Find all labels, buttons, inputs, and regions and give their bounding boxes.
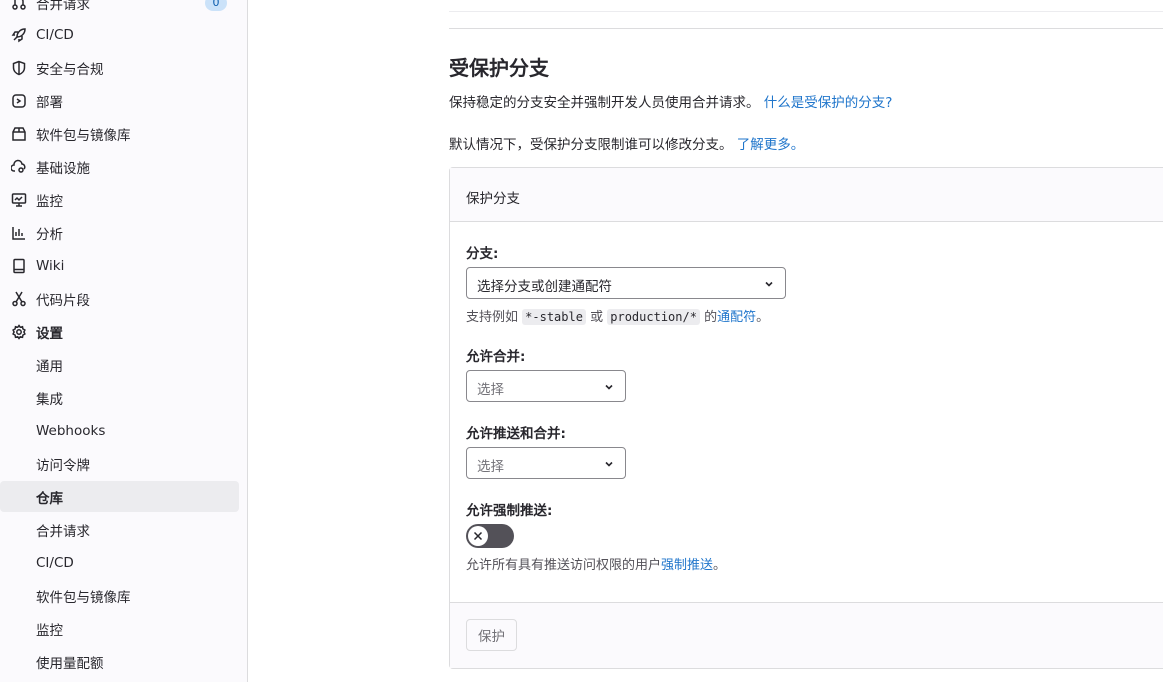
sidebar-item-label: 分析 — [36, 227, 63, 243]
form-header: 保护分支 — [450, 168, 1163, 222]
gear-icon — [12, 324, 26, 340]
sidebar-subitem-integrations[interactable]: 集成 — [0, 383, 239, 413]
sidebar-subitem-cicd[interactable]: CI/CD — [0, 548, 239, 578]
branch-help-text: 支持例如 *-stable 或 production/* 的通配符。 — [466, 306, 769, 325]
sidebar-item-merge-requests[interactable]: 合并请求 0 — [0, 0, 239, 18]
sidebar-subitem-label: 合并请求 — [36, 524, 90, 540]
sidebar-item-label: 基础设施 — [36, 161, 90, 177]
section-title: 受保护分支 — [449, 56, 549, 80]
sidebar-item-packages[interactable]: 软件包与镜像库 — [0, 119, 239, 149]
sidebar-subitem-label: CI/CD — [36, 555, 74, 571]
merge-select-text: 选择 — [477, 382, 504, 398]
description-text: 默认情况下，受保护分支限制谁可以修改分支。 — [449, 137, 733, 153]
sidebar-item-snippets[interactable]: 代码片段 — [0, 284, 239, 314]
sidebar-item-label: 软件包与镜像库 — [36, 128, 131, 144]
form-footer: 保护 — [450, 602, 1163, 668]
sidebar-item-security[interactable]: 安全与合规 — [0, 53, 239, 83]
allowed-to-merge-select[interactable]: 选择 — [466, 370, 626, 402]
help-text: 或 — [590, 310, 604, 325]
allow-force-push-label: 允许强制推送: — [466, 503, 553, 519]
description-text: 保持稳定的分支安全并强制开发人员使用合并请求。 — [449, 95, 760, 111]
sidebar: 合并请求 0 CI/CD 安全与合规 部署 软件包与镜像库 基础设施 监控 分析… — [0, 0, 248, 682]
help-text: 。 — [713, 558, 727, 573]
sidebar-item-label: 设置 — [36, 326, 63, 342]
sidebar-subitem-label: 通用 — [36, 359, 63, 375]
sidebar-subitem-label: 监控 — [36, 623, 63, 639]
count-badge: 0 — [205, 0, 227, 11]
protect-button[interactable]: 保护 — [466, 619, 517, 651]
help-text: 支持例如 — [466, 310, 519, 325]
divider — [449, 28, 1163, 29]
force-push-link[interactable]: 强制推送 — [661, 558, 713, 573]
section-description-default: 默认情况下，受保护分支限制谁可以修改分支。 了解更多。 — [449, 133, 804, 153]
sidebar-item-deployments[interactable]: 部署 — [0, 86, 239, 116]
sidebar-subitem-packages[interactable]: 软件包与镜像库 — [0, 581, 239, 611]
divider — [449, 11, 1163, 12]
chevron-down-icon — [765, 281, 773, 287]
package-icon — [12, 127, 26, 141]
book-icon — [13, 258, 25, 274]
close-icon — [473, 531, 483, 541]
sidebar-subitem-merge-requests[interactable]: 合并请求 — [0, 515, 239, 545]
rocket-icon — [11, 28, 26, 43]
sidebar-subitem-monitor[interactable]: 监控 — [0, 614, 239, 644]
push-select-text: 选择 — [477, 459, 504, 475]
branch-select-text: 选择分支或创建通配符 — [477, 279, 612, 295]
merge-request-icon — [12, 0, 26, 10]
learn-more-link[interactable]: 了解更多。 — [737, 137, 805, 153]
sidebar-item-infrastructure[interactable]: 基础设施 — [0, 152, 239, 182]
sidebar-subitem-general[interactable]: 通用 — [0, 350, 239, 380]
sidebar-subitem-label: 访问令牌 — [36, 458, 90, 474]
sidebar-subitem-label: 软件包与镜像库 — [36, 590, 131, 606]
wildcard-link[interactable]: 通配符 — [717, 310, 756, 325]
sidebar-item-label: 代码片段 — [36, 293, 90, 309]
protect-branch-form: 保护分支 分支: 选择分支或创建通配符 支持例如 *-stable 或 prod… — [449, 167, 1163, 669]
sidebar-subitem-label: 使用量配额 — [36, 656, 104, 672]
sidebar-item-cicd[interactable]: CI/CD — [0, 20, 239, 50]
sidebar-subitem-webhooks[interactable]: Webhooks — [0, 416, 239, 446]
sidebar-item-label: 合并请求 — [36, 0, 90, 13]
sidebar-item-label: 监控 — [36, 194, 63, 210]
force-push-toggle[interactable] — [466, 524, 514, 548]
toggle-knob — [468, 526, 488, 546]
sidebar-subitem-repository[interactable]: 仓库 — [0, 481, 239, 512]
chevron-down-icon — [605, 461, 613, 467]
sidebar-item-label: 安全与合规 — [36, 62, 104, 78]
help-text: 允许所有具有推送访问权限的用户 — [466, 558, 662, 573]
sidebar-item-label: CI/CD — [36, 27, 74, 43]
sidebar-item-settings[interactable]: 设置 — [0, 317, 239, 347]
allowed-to-merge-label: 允许合并: — [466, 349, 526, 365]
sidebar-item-monitor[interactable]: 监控 — [0, 185, 239, 215]
sidebar-subitem-access-tokens[interactable]: 访问令牌 — [0, 449, 239, 479]
deployments-icon — [12, 94, 26, 108]
help-text: 的 — [704, 310, 718, 325]
scissors-icon — [12, 291, 26, 307]
monitor-icon — [11, 193, 27, 207]
sidebar-item-label: 部署 — [36, 95, 63, 111]
sidebar-subitem-label: Webhooks — [36, 423, 106, 439]
sidebar-item-wiki[interactable]: Wiki — [0, 251, 239, 281]
sidebar-item-label: Wiki — [36, 258, 65, 274]
chart-icon — [12, 227, 25, 240]
allowed-to-push-select[interactable]: 选择 — [466, 447, 626, 479]
shield-icon — [12, 60, 26, 76]
cloud-gear-icon — [11, 159, 26, 173]
section-description: 保持稳定的分支安全并强制开发人员使用合并请求。 什么是受保护的分支? — [449, 91, 892, 111]
sidebar-subitem-usage-quotas[interactable]: 使用量配额 — [0, 647, 239, 677]
force-push-help-text: 允许所有具有推送访问权限的用户强制推送。 — [466, 554, 726, 573]
help-text: 。 — [756, 310, 770, 325]
chevron-down-icon — [605, 384, 613, 390]
branch-select[interactable]: 选择分支或创建通配符 — [466, 267, 786, 299]
wildcard-example: *-stable — [522, 309, 586, 325]
allowed-to-push-label: 允许推送和合并: — [466, 426, 566, 442]
sidebar-subitem-label: 仓库 — [36, 490, 63, 507]
sidebar-subitem-label: 集成 — [36, 392, 63, 408]
protected-branch-help-link[interactable]: 什么是受保护的分支? — [764, 95, 893, 111]
branch-label: 分支: — [466, 246, 499, 262]
wildcard-example: production/* — [607, 309, 700, 325]
form-title: 保护分支 — [466, 191, 520, 207]
sidebar-item-analytics[interactable]: 分析 — [0, 218, 239, 248]
